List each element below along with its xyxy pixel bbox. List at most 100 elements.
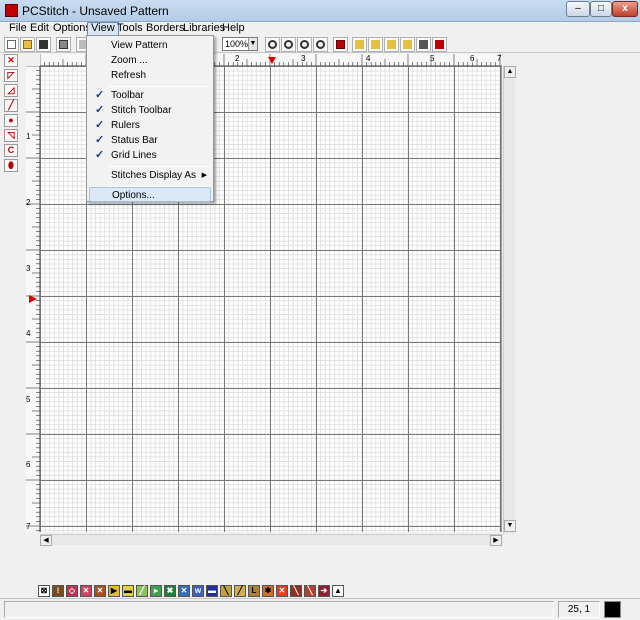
palette-swatch[interactable]: ╲ — [304, 585, 316, 597]
fork-icon — [371, 40, 380, 49]
ruler-left-number: 6 — [26, 460, 31, 469]
menu-help[interactable]: Help — [219, 22, 248, 36]
palette-swatch[interactable]: L — [248, 585, 260, 597]
zoom-fit-button[interactable] — [297, 37, 312, 52]
check-icon: ✓ — [95, 119, 105, 131]
check-icon: ✓ — [95, 134, 105, 146]
circle-stitch-tool[interactable]: C — [4, 144, 18, 157]
zoom-select[interactable]: 100% ▼ — [222, 37, 258, 51]
zoom-value: 100% — [225, 39, 249, 49]
minimize-button[interactable]: – — [566, 1, 590, 17]
scroll-up-icon[interactable]: ▲ — [504, 66, 516, 78]
menu-edit[interactable]: Edit — [27, 22, 52, 36]
palette-swatch[interactable]: ✕ — [80, 585, 92, 597]
align-icon — [387, 40, 396, 49]
ruler-left-number: 3 — [26, 264, 31, 273]
palette-swatch[interactable]: ✕ — [94, 585, 106, 597]
menu-separator — [109, 86, 209, 87]
palette-swatch[interactable]: ▬ — [122, 585, 134, 597]
new-file-icon — [7, 40, 16, 49]
zoom-in-button[interactable] — [265, 37, 280, 52]
view-pattern-item[interactable]: View Pattern — [87, 38, 213, 53]
submenu-arrow-icon: ▶ — [201, 172, 207, 179]
half-stitch-tool[interactable]: ◸ — [4, 69, 18, 82]
menu-item-label: Refresh — [111, 70, 147, 81]
align-tool-button[interactable] — [384, 37, 399, 52]
palette-swatch[interactable]: ▶ — [108, 585, 120, 597]
rulers-item[interactable]: ✓ Rulers — [87, 118, 213, 133]
magnifier-plus-icon — [268, 40, 277, 49]
fill-tool-button[interactable] — [432, 37, 447, 52]
palette-swatch[interactable]: ✱ — [262, 585, 274, 597]
letter-a-icon — [355, 40, 364, 49]
bucket-icon — [435, 40, 444, 49]
stitch-toolbar-item[interactable]: ✓ Stitch Toolbar — [87, 103, 213, 118]
menu-item-label: Stitch Toolbar — [111, 105, 172, 116]
palette-swatch[interactable]: ▸ — [150, 585, 162, 597]
check-icon: ✓ — [95, 104, 105, 116]
toolbar-item[interactable]: ✓ Toolbar — [87, 88, 213, 103]
palette-swatch[interactable]: ➔ — [318, 585, 330, 597]
palette-swatch[interactable]: ◇ — [66, 585, 78, 597]
palette-swatch[interactable]: ✕ — [178, 585, 190, 597]
zoom-out-button[interactable] — [281, 37, 296, 52]
new-file-button[interactable] — [4, 37, 19, 52]
save-button[interactable] — [36, 37, 51, 52]
palette-swatch[interactable]: ╲ — [290, 585, 302, 597]
palette-swatch[interactable]: ✕ — [276, 585, 288, 597]
options-item[interactable]: Options... — [89, 187, 211, 202]
grid-lines-item[interactable]: ✓ Grid Lines — [87, 148, 213, 163]
palette-swatch[interactable]: ▬ — [206, 585, 218, 597]
scroll-right-icon[interactable]: ▶ — [490, 535, 502, 546]
menu-bar: File Edit Options View Tools Borders Lib… — [0, 22, 640, 36]
palette-swatch[interactable]: ⊠ — [38, 585, 50, 597]
scroll-left-icon[interactable]: ◀ — [40, 535, 52, 546]
refresh-item[interactable]: Refresh — [87, 68, 213, 83]
bead-tool[interactable]: ⬮ — [4, 159, 18, 172]
palette-swatch[interactable]: ▲ — [332, 585, 344, 597]
eyedropper-button[interactable] — [416, 37, 431, 52]
palette-swatch[interactable]: ✖ — [164, 585, 176, 597]
status-bar-item[interactable]: ✓ Status Bar — [87, 133, 213, 148]
text-tool-button[interactable] — [352, 37, 367, 52]
stitches-display-as-item[interactable]: Stitches Display As ▶ — [87, 168, 213, 183]
backstitch-tool[interactable]: ╱ — [4, 99, 18, 112]
quarter-stitch-tool[interactable]: ◿ — [4, 84, 18, 97]
palette-swatch[interactable]: ╲ — [220, 585, 232, 597]
grid-color-button[interactable] — [333, 37, 348, 52]
menu-item-label: Status Bar — [111, 135, 158, 146]
rotate-tool-button[interactable] — [400, 37, 415, 52]
app-icon — [5, 4, 18, 17]
print-button[interactable] — [56, 37, 71, 52]
zoom-actual-button[interactable] — [313, 37, 328, 52]
magnifier-icon — [300, 40, 309, 49]
ruler-left-number: 5 — [26, 395, 31, 404]
horizontal-scrollbar[interactable]: ◀ ▶ — [40, 534, 503, 546]
chevron-down-icon: ▼ — [248, 38, 257, 50]
open-file-button[interactable] — [20, 37, 35, 52]
zoom-item[interactable]: Zoom ... — [87, 53, 213, 68]
palette-swatch[interactable]: ╱ — [136, 585, 148, 597]
menu-separator — [109, 166, 209, 167]
close-button[interactable]: x — [612, 1, 638, 17]
palette-swatch[interactable]: ╱ — [234, 585, 246, 597]
vertical-scrollbar[interactable]: ▲ ▼ — [503, 66, 516, 534]
ruler-top-number: 3 — [301, 54, 306, 63]
scroll-down-icon[interactable]: ▼ — [504, 520, 516, 532]
maximize-button[interactable]: □ — [590, 1, 612, 17]
ruler-left-number: 1 — [26, 132, 31, 141]
full-stitch-tool[interactable]: ✕ — [4, 54, 18, 67]
menu-tools[interactable]: Tools — [114, 22, 146, 36]
palette-swatch[interactable]: w — [192, 585, 204, 597]
magnifier-minus-icon — [284, 40, 293, 49]
menu-item-label: Zoom ... — [111, 55, 148, 66]
palette-swatch[interactable]: ⁝ — [52, 585, 64, 597]
french-knot-tool[interactable]: ● — [4, 114, 18, 127]
long-stitch-tool[interactable]: ◹ — [4, 129, 18, 142]
ruler-top-number: 2 — [235, 54, 240, 63]
ruler-left-number: 2 — [26, 198, 31, 207]
ruler-left: 1 2 3 4 5 6 7 — [26, 66, 40, 532]
fork-tool-button[interactable] — [368, 37, 383, 52]
menu-item-label: Toolbar — [111, 90, 144, 101]
view-menu-dropdown: View Pattern Zoom ... Refresh ✓ Toolbar ✓… — [86, 35, 214, 202]
